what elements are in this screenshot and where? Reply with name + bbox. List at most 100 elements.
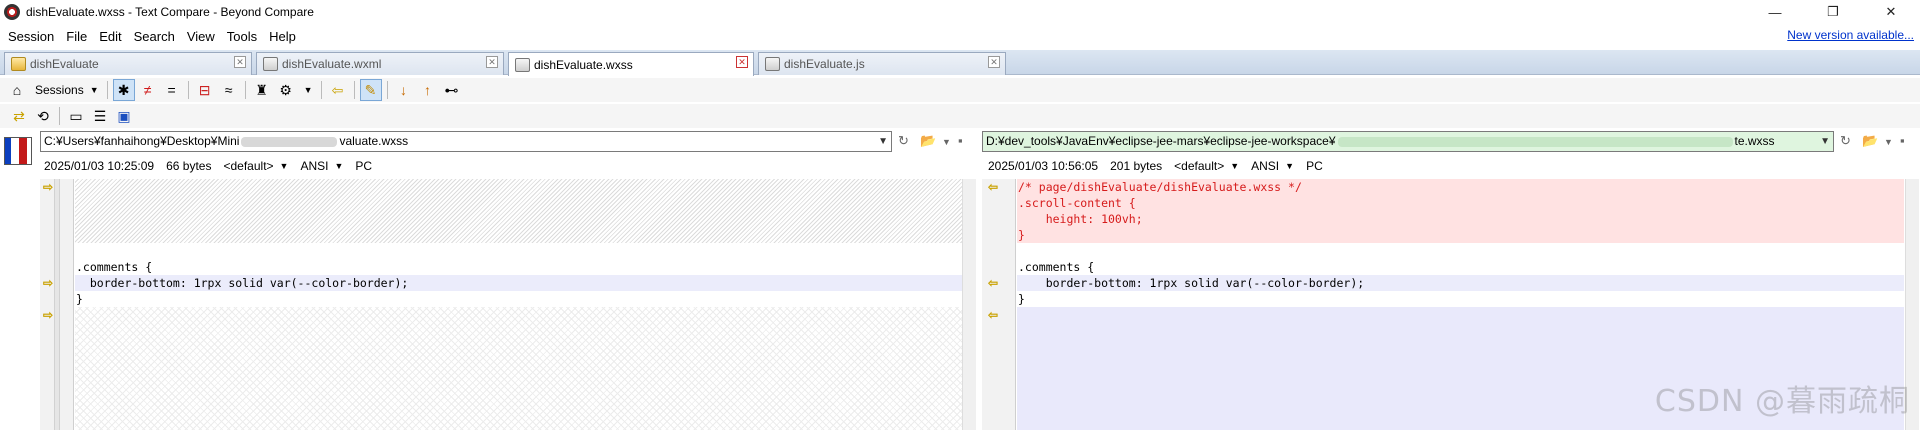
whole-file-icon[interactable]: ▭	[65, 105, 87, 127]
menu-tools[interactable]: Tools	[221, 29, 263, 44]
history-icon[interactable]: ↻	[898, 133, 909, 149]
tab-label: dishEvaluate.wxss	[534, 57, 633, 72]
left-format-select[interactable]: <default>	[223, 159, 273, 173]
copy-right-arrow-icon[interactable]: ⇨	[43, 309, 57, 321]
menu-help[interactable]: Help	[263, 29, 302, 44]
left-path-tail: valuate.wxss	[339, 134, 409, 148]
left-vertical-scrollbar[interactable]	[962, 179, 976, 430]
show-differences-icon[interactable]: ≠	[137, 79, 159, 101]
right-encoding-select[interactable]: ANSI	[1251, 159, 1279, 173]
right-path-tail: te.wxss	[1734, 134, 1775, 148]
right-size: 201 bytes	[1110, 159, 1163, 173]
report-icon[interactable]: ▣	[113, 105, 135, 127]
open-folder-icon[interactable]: 📂	[1862, 133, 1878, 149]
copy-left-arrow-icon[interactable]: ⇦	[988, 309, 1002, 321]
window-controls: — ❐ ✕	[1746, 0, 1920, 24]
copy-to-left-icon[interactable]: ⇦	[327, 79, 349, 101]
home-icon[interactable]: ⌂	[6, 79, 28, 101]
menu-file[interactable]: File	[60, 29, 93, 44]
code-line: height: 100vh;	[1017, 211, 1904, 227]
watermark: CSDN @暮雨疏桐	[1654, 384, 1910, 419]
menu-search[interactable]: Search	[128, 29, 181, 44]
code-line: }	[76, 292, 83, 306]
chevron-down-icon[interactable]: ▼	[1884, 137, 1893, 147]
format-icon[interactable]: ⚙	[275, 79, 297, 101]
close-tab-icon[interactable]: ✕	[988, 56, 1000, 68]
close-tab-icon[interactable]: ✕	[486, 56, 498, 68]
menu-edit[interactable]: Edit	[93, 29, 127, 44]
chevron-down-icon[interactable]: ▼	[280, 161, 289, 171]
window-title: dishEvaluate.wxss - Text Compare - Beyon…	[26, 5, 314, 19]
reload-icon[interactable]: ⟲	[32, 105, 54, 127]
toolbar-separator	[244, 81, 246, 99]
edit-pencil-icon[interactable]: ✎	[359, 79, 382, 101]
chevron-down-icon[interactable]: ▼	[878, 132, 888, 151]
new-version-link[interactable]: New version available...	[1787, 28, 1914, 42]
swap-sides-icon[interactable]: ⇄	[8, 105, 30, 127]
toolbar-separator	[106, 81, 108, 99]
code-line: .comments {	[1018, 260, 1095, 274]
left-gutter-bar	[54, 179, 60, 430]
next-difference-icon[interactable]: ↓	[393, 79, 415, 101]
context-icon[interactable]: ⊟	[194, 79, 216, 101]
left-line-ending[interactable]: PC	[355, 159, 372, 173]
left-path-text: C:¥Users¥fanhaihong¥Desktop¥Mini	[44, 134, 240, 148]
open-folder-icon[interactable]: 📂	[920, 133, 936, 149]
menu-bar: Session File Edit Search View Tools Help…	[0, 24, 1920, 48]
copy-right-arrow-icon[interactable]: ⇨	[43, 181, 57, 193]
sessions-button[interactable]: Sessions	[35, 83, 84, 97]
close-button[interactable]: ✕	[1862, 0, 1920, 24]
save-icon[interactable]: ▪	[958, 133, 963, 148]
toolbar-separator	[320, 81, 322, 99]
chevron-down-icon[interactable]: ▼	[334, 161, 343, 171]
menu-view[interactable]: View	[181, 29, 221, 44]
redacted-path-segment	[241, 136, 338, 147]
menu-session[interactable]: Session	[0, 29, 60, 44]
copy-left-arrow-icon[interactable]: ⇦	[988, 181, 1002, 193]
tab-dishevaluate-wxml[interactable]: dishEvaluate.wxml ✕	[256, 52, 504, 75]
redacted-path-segment	[1337, 136, 1733, 147]
code-line: .scroll-content {	[1017, 195, 1904, 211]
chevron-down-icon[interactable]: ▼	[90, 85, 99, 95]
chevron-down-icon[interactable]: ▼	[1230, 161, 1239, 171]
left-encoding-select[interactable]: ANSI	[300, 159, 328, 173]
chevron-down-icon[interactable]: ▼	[1285, 161, 1294, 171]
find-binoculars-icon[interactable]: ⊷	[441, 79, 463, 101]
toolbar-separator	[59, 107, 60, 125]
right-file-info: 2025/01/03 10:56:05 201 bytes <default> ▼…	[988, 157, 1335, 175]
chevron-down-icon[interactable]: ▼	[1820, 132, 1830, 151]
show-all-icon[interactable]: ✱	[112, 79, 135, 101]
save-icon[interactable]: ▪	[1900, 133, 1905, 148]
folder-compare-icon	[11, 57, 26, 71]
right-format-select[interactable]: <default>	[1174, 159, 1224, 173]
prev-difference-icon[interactable]: ↑	[417, 79, 439, 101]
text-compare-icon	[263, 57, 278, 71]
copy-left-arrow-icon[interactable]: ⇦	[988, 277, 1002, 289]
tab-dishevaluate-folder[interactable]: dishEvaluate ✕	[4, 52, 252, 75]
right-path-field[interactable]: D:¥dev_tools¥JavaEnv¥eclipse-jee-mars¥ec…	[982, 131, 1834, 152]
code-line: border-bottom: 1rpx solid var(--color-bo…	[75, 275, 962, 291]
line-details-icon[interactable]: ☰	[89, 105, 111, 127]
left-path-field[interactable]: C:¥Users¥fanhaihong¥Desktop¥Mini valuate.…	[40, 131, 892, 152]
right-line-ending[interactable]: PC	[1306, 159, 1323, 173]
restore-button[interactable]: ❐	[1804, 0, 1862, 24]
rules-icon[interactable]: ♜	[251, 79, 273, 101]
copy-right-arrow-icon[interactable]: ⇨	[43, 277, 57, 289]
show-same-icon[interactable]: =	[161, 79, 183, 101]
left-text-pane[interactable]: .comments { border-bottom: 1rpx solid va…	[75, 179, 962, 430]
close-tab-icon[interactable]: ✕	[234, 56, 246, 68]
history-icon[interactable]: ↻	[1840, 133, 1851, 149]
right-gutter: ⇦ ⇦ ⇦	[982, 179, 1016, 430]
tab-bar: dishEvaluate ✕ dishEvaluate.wxml ✕ dishE…	[0, 50, 1920, 76]
tab-label: dishEvaluate	[30, 57, 99, 71]
tab-dishevaluate-wxss[interactable]: dishEvaluate.wxss ✕	[508, 52, 754, 76]
code-line: border-bottom: 1rpx solid var(--color-bo…	[1017, 275, 1904, 291]
close-tab-icon[interactable]: ✕	[736, 56, 748, 68]
chevron-down-icon[interactable]: ▼	[304, 85, 313, 95]
chevron-down-icon[interactable]: ▼	[942, 137, 951, 147]
ignore-unimportant-icon[interactable]: ≈	[218, 79, 240, 101]
title-bar: dishEvaluate.wxss - Text Compare - Beyon…	[0, 0, 1920, 24]
minimize-button[interactable]: —	[1746, 0, 1804, 24]
tab-dishevaluate-js[interactable]: dishEvaluate.js ✕	[758, 52, 1006, 75]
right-path-text: D:¥dev_tools¥JavaEnv¥eclipse-jee-mars¥ec…	[986, 134, 1336, 148]
